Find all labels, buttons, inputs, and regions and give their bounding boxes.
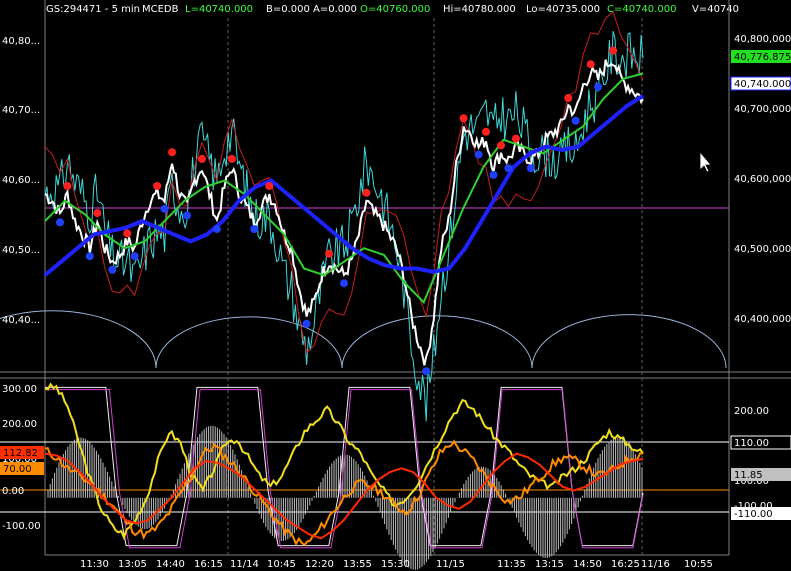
cycle-arc bbox=[531, 314, 727, 369]
pivot-high-dot bbox=[609, 46, 618, 55]
pivot-low-dot bbox=[489, 170, 498, 179]
pivot-high-dot bbox=[168, 148, 177, 157]
white-price-badge-text: 40,740.000 bbox=[734, 79, 791, 90]
time-label: 10:45 bbox=[267, 559, 296, 570]
pivot-low-dot bbox=[474, 150, 483, 159]
symbol-label: GS:294471 - 5 min bbox=[46, 4, 140, 15]
pivot-low-dot bbox=[212, 225, 221, 234]
mouse-pointer-icon bbox=[699, 150, 712, 173]
pivot-high-dot bbox=[497, 141, 505, 150]
pivot-high-dot bbox=[511, 134, 520, 143]
pivot-low-dot bbox=[302, 319, 311, 328]
last-value: L=40740.000 bbox=[185, 4, 253, 15]
price-left-tick: 40,80... bbox=[2, 36, 40, 47]
osc-orange-line bbox=[44, 439, 644, 547]
osc-right-axis: 200.00 100.00 -100.00 bbox=[734, 406, 773, 512]
osc-left-tick: 0.00 bbox=[2, 486, 24, 497]
time-label: 13:15 bbox=[535, 559, 564, 570]
green-price-badge-text: 40,776.875 bbox=[734, 52, 791, 63]
price-right-tick: 40,800,000 bbox=[734, 34, 791, 45]
pivot-high-dot bbox=[198, 154, 206, 163]
pivot-high-dot bbox=[227, 154, 236, 163]
pivot-high-dot bbox=[564, 94, 573, 102]
osc-110-badge-text: 110.00 bbox=[734, 438, 769, 449]
pivot-high-dot bbox=[482, 127, 490, 136]
pivot-low-dot bbox=[183, 211, 191, 220]
fast-ma-line bbox=[44, 72, 644, 305]
price-right-tick: 40,600,000 bbox=[734, 174, 791, 185]
price-left-tick: 40,40... bbox=[2, 315, 40, 326]
osc-left-tick: 300.00 bbox=[2, 384, 37, 395]
pivot-high-dot bbox=[63, 182, 72, 190]
pivot-low-dot bbox=[504, 164, 513, 173]
price-right-tick: 40,500,000 bbox=[734, 244, 791, 255]
pivot-high-dot bbox=[362, 188, 371, 197]
time-label: 13:55 bbox=[343, 559, 372, 570]
pivot-low-dot bbox=[250, 225, 259, 234]
ask-value: A=0.000 bbox=[313, 4, 357, 15]
time-label: 12:20 bbox=[305, 559, 334, 570]
time-label: 10:55 bbox=[684, 559, 713, 570]
time-label: 14:40 bbox=[156, 559, 185, 570]
time-label: 11/15 bbox=[436, 559, 465, 570]
pivot-low-dot bbox=[108, 265, 117, 274]
pivot-low-dot bbox=[85, 252, 94, 261]
osc-left-tick: 200.00 bbox=[2, 419, 37, 430]
osc-gray-badge-text: 11.85 bbox=[734, 470, 763, 481]
time-axis: 11:30 13:05 14:40 16:15 11/14 10:45 12:2… bbox=[80, 559, 713, 570]
red-indicator-line bbox=[44, 10, 644, 354]
time-label: 16:15 bbox=[194, 559, 223, 570]
pivot-low-dot bbox=[571, 116, 580, 125]
bid-value: B=0.000 bbox=[266, 4, 310, 15]
price-line bbox=[44, 59, 644, 366]
osc-m110-badge-text: -110.00 bbox=[734, 509, 773, 520]
pivot-dots bbox=[56, 46, 618, 376]
open-value: O=40760.000 bbox=[360, 4, 430, 15]
price-right-tick: 40,400,000 bbox=[734, 314, 791, 325]
time-label: 16:25 bbox=[611, 559, 640, 570]
pivot-low-dot bbox=[340, 279, 348, 288]
pivot-low-dot bbox=[422, 367, 431, 376]
red-osc-badge-text: 112.82 bbox=[3, 448, 38, 459]
high-value: Hi=40780.000 bbox=[443, 4, 516, 15]
time-label: 15:30 bbox=[381, 559, 410, 570]
pivot-low-dot bbox=[526, 164, 535, 173]
chart-canvas[interactable]: GS:294471 - 5 min MCEDB L=40740.000 B=0.… bbox=[0, 0, 791, 571]
time-label: 11:35 bbox=[497, 559, 526, 570]
price-left-axis: 40,80... 40,70... 40,60... 40,50... 40,4… bbox=[2, 36, 40, 326]
study-label: MCEDB bbox=[142, 4, 179, 15]
price-left-tick: 40,60... bbox=[2, 175, 40, 186]
pivot-low-dot bbox=[594, 82, 603, 91]
pivot-low-dot bbox=[56, 218, 64, 227]
price-left-tick: 40,50... bbox=[2, 245, 40, 256]
pivot-low-dot bbox=[130, 252, 139, 261]
time-label: 11:30 bbox=[80, 559, 109, 570]
osc-right-tick: 200.00 bbox=[734, 406, 769, 417]
orange-osc-badge-text: 70.00 bbox=[3, 464, 32, 475]
pivot-high-dot bbox=[586, 60, 595, 69]
volume-value: V=40740 bbox=[692, 4, 739, 15]
pivot-high-dot bbox=[123, 229, 132, 238]
time-label: 11/14 bbox=[230, 559, 259, 570]
price-panel[interactable] bbox=[0, 10, 729, 422]
low-value: Lo=40735.000 bbox=[526, 4, 600, 15]
pivot-high-dot bbox=[325, 249, 334, 258]
time-label: 13:05 bbox=[118, 559, 147, 570]
time-label: 11/16 bbox=[641, 559, 670, 570]
price-left-tick: 40,70... bbox=[2, 105, 40, 116]
oscillator-panel[interactable] bbox=[0, 382, 729, 570]
pivot-high-dot bbox=[93, 209, 102, 218]
time-label: 14:50 bbox=[573, 559, 602, 570]
pivot-high-dot bbox=[265, 182, 274, 190]
cycle-arcs bbox=[0, 310, 727, 369]
pivot-high-dot bbox=[459, 114, 468, 123]
pivot-low-dot bbox=[160, 204, 169, 213]
header-bar: GS:294471 - 5 min MCEDB L=40740.000 B=0.… bbox=[46, 4, 739, 15]
price-right-tick: 40,700,000 bbox=[734, 104, 791, 115]
close-value: C=40740.000 bbox=[607, 4, 676, 15]
pivot-high-dot bbox=[153, 182, 162, 190]
osc-left-tick: -100.00 bbox=[2, 521, 41, 532]
